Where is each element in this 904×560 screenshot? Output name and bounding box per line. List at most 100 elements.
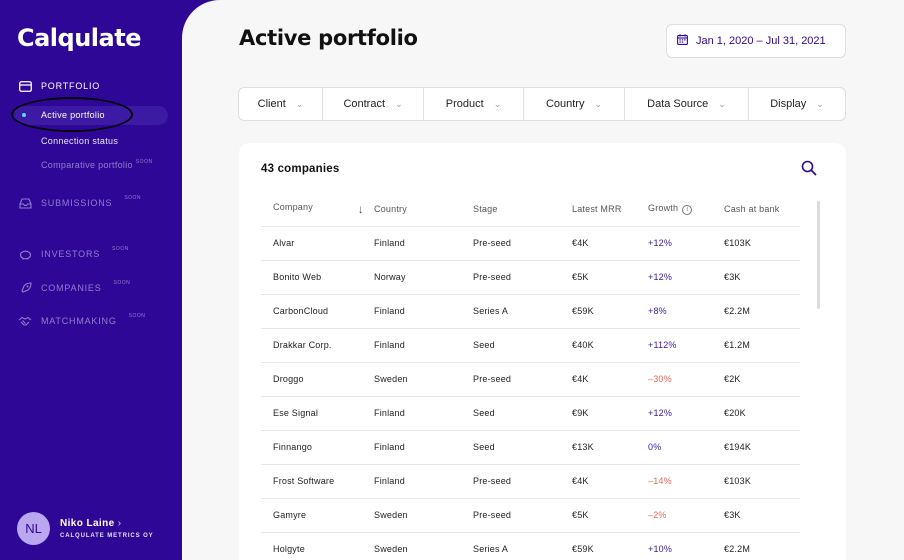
- column-header-growth[interactable]: Growth i: [648, 193, 724, 227]
- chevron-down-icon: ⌄: [718, 98, 726, 109]
- column-header-country[interactable]: Country: [374, 193, 473, 227]
- cell-mrr: €40K: [572, 328, 648, 363]
- table-row[interactable]: Drakkar Corp. Finland Seed €40K +112% €1…: [261, 328, 800, 363]
- cell-mrr: €4K: [572, 362, 648, 397]
- table-row[interactable]: Gamyre Sweden Pre-seed €5K –2% €3K: [261, 498, 800, 533]
- table-row[interactable]: Holgyte Sweden Series A €59K +10% €2.2M: [261, 532, 800, 560]
- sort-down-icon[interactable]: ↓: [358, 202, 364, 216]
- filter-label: Client: [257, 98, 286, 110]
- sidebar-section-label: SUBMISSIONS: [41, 198, 113, 208]
- cell-growth: +12%: [648, 226, 724, 261]
- cell-stage: Pre-seed: [473, 464, 572, 499]
- search-icon[interactable]: [801, 160, 817, 181]
- cell-stage: Seed: [473, 396, 572, 431]
- cell-company: Bonito Web: [261, 260, 374, 295]
- cell-stage: Pre-seed: [473, 260, 572, 295]
- cell-country: Finland: [374, 430, 473, 465]
- table-row[interactable]: CarbonCloud Finland Series A €59K +8% €2…: [261, 294, 800, 329]
- cell-company: Gamyre: [261, 498, 374, 533]
- soon-badge: SOON: [113, 280, 131, 286]
- chevron-down-icon: ⌄: [493, 98, 502, 109]
- sidebar-section-companies[interactable]: COMPANIES SOON: [18, 280, 131, 295]
- cell-stage: Series A: [473, 532, 572, 560]
- sidebar-section-portfolio[interactable]: PORTFOLIO: [18, 79, 100, 93]
- table-row[interactable]: Frost Software Finland Pre-seed €4K –14%…: [261, 464, 800, 499]
- piggy-bank-icon: [18, 247, 32, 261]
- cell-country: Finland: [374, 294, 473, 329]
- avatar: NL: [17, 512, 50, 545]
- table-row[interactable]: Finnango Finland Seed €13K 0% €194K: [261, 430, 800, 465]
- cell-growth: +12%: [648, 260, 724, 295]
- filter-product[interactable]: Product ⌄: [424, 88, 524, 120]
- filter-data-source[interactable]: Data Source ⌄: [625, 88, 749, 120]
- table-header-row: Company ↓ Country Stage Latest MRR Growth…: [261, 193, 800, 227]
- filter-client[interactable]: Client ⌄: [239, 88, 323, 120]
- cell-mrr: €4K: [572, 226, 648, 261]
- cell-country: Norway: [374, 260, 473, 295]
- column-header-latest-mrr[interactable]: Latest MRR: [572, 193, 648, 227]
- cell-mrr: €4K: [572, 464, 648, 499]
- sidebar-section-submissions[interactable]: SUBMISSIONS SOON: [18, 195, 141, 210]
- cell-mrr: €59K: [572, 294, 648, 329]
- table-row[interactable]: Ese Signal Finland Seed €9K +12% €20K: [261, 396, 800, 431]
- cell-growth: –2%: [648, 498, 724, 533]
- cell-mrr: €59K: [572, 532, 648, 560]
- user-profile[interactable]: NL Niko Laine › CALQULATE METRICS OY: [17, 512, 154, 545]
- cell-country: Finland: [374, 226, 473, 261]
- companies-card: 43 companies Company ↓ Country Stage Late…: [239, 143, 846, 560]
- sidebar-item-connection-status[interactable]: Connection status: [41, 136, 118, 146]
- sidebar-section-label: COMPANIES: [41, 283, 102, 293]
- column-label: Growth: [648, 203, 679, 214]
- sidebar-section-investors[interactable]: INVESTORS SOON: [18, 246, 129, 261]
- cell-country: Sweden: [374, 498, 473, 533]
- table-row[interactable]: Droggo Sweden Pre-seed €4K –30% €2K: [261, 362, 800, 397]
- app-logo[interactable]: Calqulate: [17, 24, 141, 52]
- soon-badge: SOON: [112, 246, 129, 252]
- table-row[interactable]: Alvar Finland Pre-seed €4K +12% €103K: [261, 226, 800, 261]
- filter-label: Contract: [343, 98, 386, 110]
- chevron-down-icon: ⌄: [816, 98, 824, 109]
- chevron-down-icon: ⌄: [295, 98, 304, 109]
- cell-growth: +12%: [648, 396, 724, 431]
- filter-contract[interactable]: Contract ⌄: [323, 88, 424, 120]
- calendar-icon: [677, 34, 688, 48]
- chevron-down-icon: ⌄: [395, 98, 403, 109]
- rocket-icon: [18, 281, 32, 295]
- cell-stage: Pre-seed: [473, 362, 572, 397]
- filter-label: Data Source: [647, 98, 709, 110]
- sidebar-section-label: PORTFOLIO: [41, 81, 101, 91]
- date-range-label: Jan 1, 2020 – Jul 31, 2021: [696, 35, 826, 47]
- cell-cash: €2.2M: [724, 294, 800, 329]
- cell-mrr: €5K: [572, 260, 648, 295]
- sidebar-section-label: MATCHMAKING: [41, 316, 117, 326]
- info-icon[interactable]: i: [682, 205, 693, 216]
- cell-country: Sweden: [374, 532, 473, 560]
- cell-growth: –30%: [648, 362, 724, 397]
- cell-growth: +10%: [648, 532, 724, 560]
- cell-mrr: €9K: [572, 396, 648, 431]
- filter-label: Country: [545, 98, 585, 110]
- column-header-stage[interactable]: Stage: [473, 193, 572, 227]
- filter-country[interactable]: Country ⌄: [524, 88, 625, 120]
- inbox-icon: [18, 196, 32, 210]
- cell-cash: €20K: [724, 396, 800, 431]
- company-count: 43 companies: [261, 163, 340, 175]
- table-row[interactable]: Bonito Web Norway Pre-seed €5K +12% €3K: [261, 260, 800, 295]
- chevron-right-icon: ›: [117, 518, 122, 529]
- cell-company: Alvar: [261, 226, 374, 261]
- filter-display[interactable]: Display ⌄: [749, 88, 845, 120]
- cell-cash: €194K: [724, 430, 800, 465]
- cell-cash: €103K: [724, 464, 800, 499]
- cell-country: Finland: [374, 328, 473, 363]
- table-scrollbar[interactable]: [817, 201, 820, 309]
- cell-cash: €1.2M: [724, 328, 800, 363]
- column-header-cash-at-bank[interactable]: Cash at bank: [724, 193, 800, 227]
- cell-company: Drakkar Corp.: [261, 328, 374, 363]
- soon-badge: SOON: [128, 313, 146, 319]
- sidebar-item-comparative-portfolio[interactable]: Comparative portfolio SOON: [41, 159, 153, 170]
- column-header-company[interactable]: Company ↓: [261, 193, 374, 227]
- cell-company: Holgyte: [261, 532, 374, 560]
- date-range-button[interactable]: Jan 1, 2020 – Jul 31, 2021: [666, 24, 846, 58]
- sidebar-section-matchmaking[interactable]: MATCHMAKING SOON: [18, 313, 146, 328]
- cell-cash: €2.2M: [724, 532, 800, 560]
